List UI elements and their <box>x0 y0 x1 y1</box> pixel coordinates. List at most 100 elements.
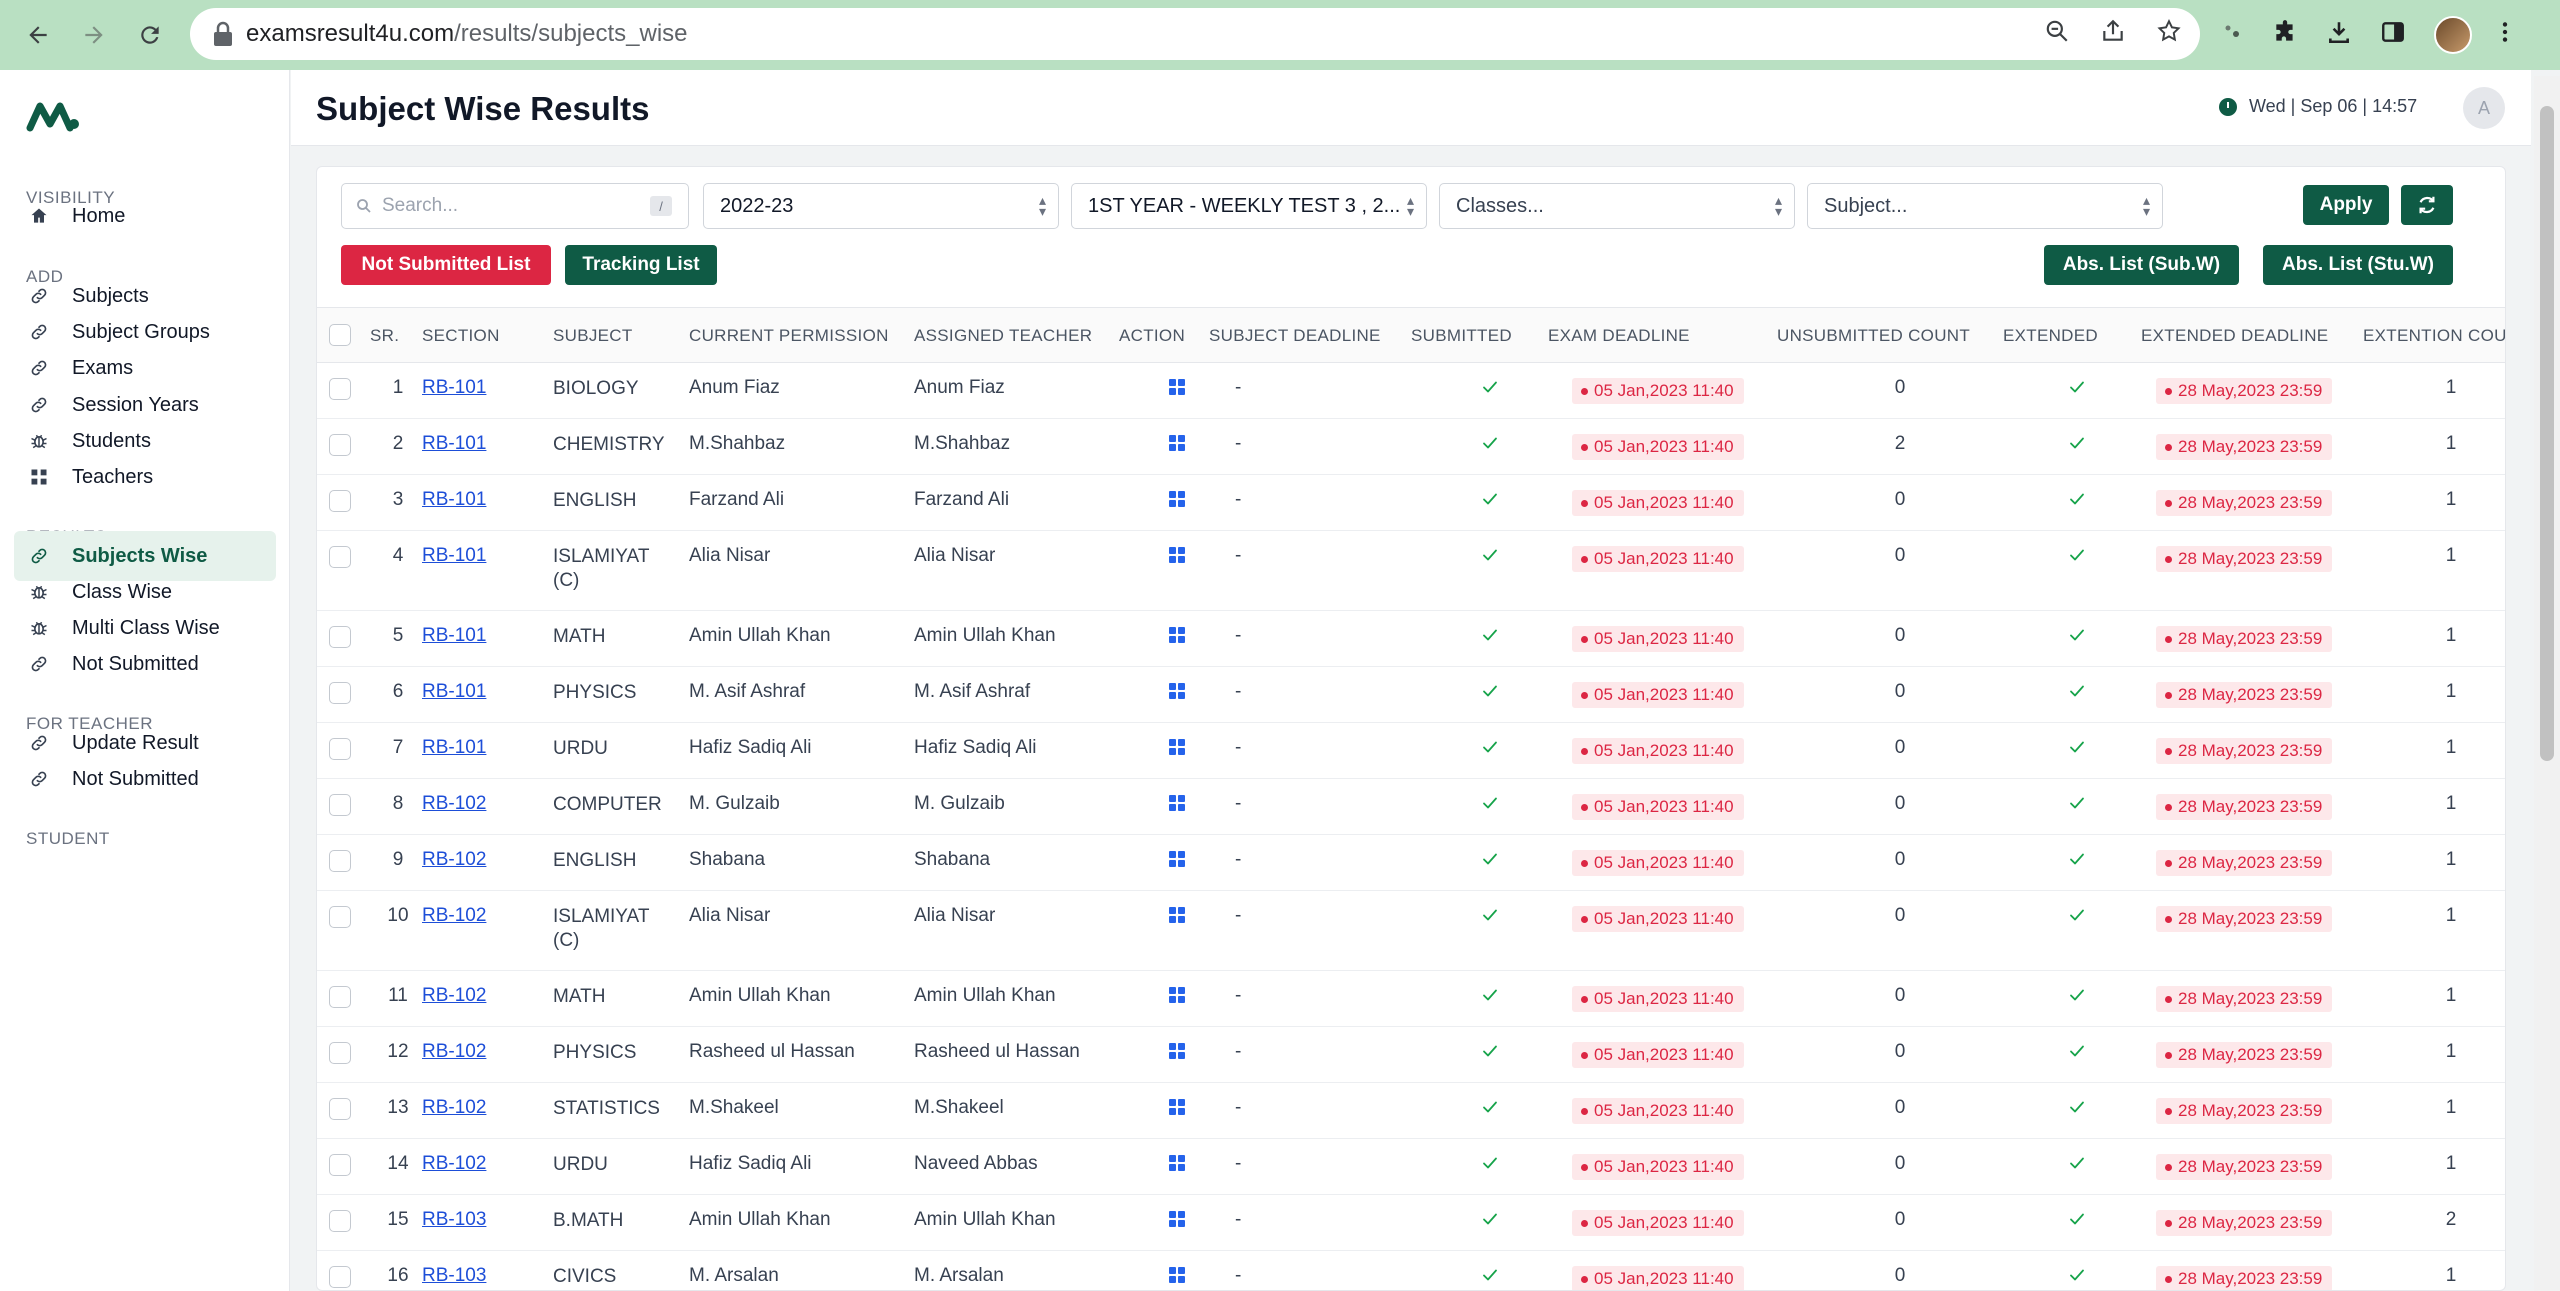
section-link[interactable]: RB-101 <box>422 681 486 703</box>
page-scrollbar[interactable] <box>2534 76 2560 1291</box>
address-bar[interactable]: examsresult4u.com/results/subjects_wise <box>190 8 2200 60</box>
classes-select[interactable]: Classes... ▴ ▾ <box>1439 183 1795 229</box>
cell-assigned-teacher: Hafiz Sadiq Ali <box>914 737 1037 758</box>
user-avatar[interactable]: A <box>2463 87 2505 129</box>
bookmark-star-icon[interactable] <box>2156 18 2182 51</box>
col-unsubmitted-count[interactable]: UNSUBMITTED COUNT <box>1777 326 1970 346</box>
col-subject[interactable]: SUBJECT <box>553 326 633 346</box>
row-checkbox[interactable] <box>329 378 351 400</box>
section-link[interactable]: RB-101 <box>422 433 486 455</box>
profile-avatar[interactable] <box>2434 16 2472 54</box>
section-link[interactable]: RB-103 <box>422 1265 486 1287</box>
action-grid-icon[interactable] <box>1168 1266 1186 1284</box>
subject-select[interactable]: Subject... ▴ ▾ <box>1807 183 2163 229</box>
scrollbar-thumb[interactable] <box>2540 106 2554 761</box>
row-checkbox[interactable] <box>329 1098 351 1120</box>
select-all-checkbox[interactable] <box>329 324 351 346</box>
not-submitted-list-button[interactable]: Not Submitted List <box>341 245 551 285</box>
section-link[interactable]: RB-101 <box>422 545 486 567</box>
col-extended-deadline[interactable]: EXTENDED DEADLINE <box>2141 326 2328 346</box>
abs-list-sub-button[interactable]: Abs. List (Sub.W) <box>2044 245 2239 285</box>
action-grid-icon[interactable] <box>1168 1098 1186 1116</box>
apply-button[interactable]: Apply <box>2303 185 2389 225</box>
section-link[interactable]: RB-102 <box>422 793 486 815</box>
sidebar-item-home[interactable]: Home <box>14 191 276 241</box>
sidebar-item-not-submitted[interactable]: Not Submitted <box>14 639 276 689</box>
action-grid-icon[interactable] <box>1168 490 1186 508</box>
row-checkbox[interactable] <box>329 626 351 648</box>
section-link[interactable]: RB-102 <box>422 1097 486 1119</box>
row-checkbox[interactable] <box>329 738 351 760</box>
col-submitted[interactable]: SUBMITTED <box>1411 326 1512 346</box>
session-select[interactable]: 2022-23 ▴ ▾ <box>703 183 1059 229</box>
action-grid-icon[interactable] <box>1168 546 1186 564</box>
row-checkbox[interactable] <box>329 1210 351 1232</box>
side-panel-icon[interactable] <box>2380 19 2406 52</box>
section-link[interactable]: RB-101 <box>422 737 486 759</box>
section-link[interactable]: RB-102 <box>422 1041 486 1063</box>
action-grid-icon[interactable] <box>1168 1042 1186 1060</box>
action-grid-icon[interactable] <box>1168 850 1186 868</box>
col-extension-count[interactable]: EXTENTION COUN <box>2363 326 2505 346</box>
forward-icon[interactable] <box>66 7 122 63</box>
section-link[interactable]: RB-102 <box>422 849 486 871</box>
search-input[interactable]: Search... / <box>341 183 689 229</box>
col-current-permission[interactable]: CURRENT PERMISSION <box>689 326 889 346</box>
sidebar-item-not-submitted[interactable]: Not Submitted <box>14 754 276 804</box>
action-grid-icon[interactable] <box>1168 434 1186 452</box>
section-link[interactable]: RB-101 <box>422 625 486 647</box>
download-icon[interactable] <box>2326 19 2352 52</box>
action-grid-icon[interactable] <box>1168 1210 1186 1228</box>
refresh-button[interactable] <box>2401 185 2453 225</box>
reload-icon[interactable] <box>122 7 178 63</box>
row-checkbox[interactable] <box>329 1042 351 1064</box>
sidebar-item-teachers[interactable]: Teachers <box>14 452 276 502</box>
abs-list-stu-button[interactable]: Abs. List (Stu.W) <box>2263 245 2453 285</box>
col-exam-deadline[interactable]: EXAM DEADLINE <box>1548 326 1690 346</box>
extension-sparkle-icon[interactable] <box>2220 20 2244 51</box>
cell-unsubmitted-count: 0 <box>1894 625 1906 646</box>
row-checkbox[interactable] <box>329 682 351 704</box>
row-checkbox[interactable] <box>329 434 351 456</box>
extended-check-icon <box>2067 1209 2087 1229</box>
col-extended[interactable]: EXTENDED <box>2003 326 2098 346</box>
row-checkbox[interactable] <box>329 850 351 872</box>
puzzle-icon[interactable] <box>2272 19 2298 52</box>
section-link[interactable]: RB-102 <box>422 1153 486 1175</box>
table-row: 13 RB-102 STATISTICS M.Shakeel M.Shakeel… <box>317 1083 2505 1139</box>
row-checkbox[interactable] <box>329 490 351 512</box>
section-link[interactable]: RB-102 <box>422 905 486 927</box>
section-link[interactable]: RB-101 <box>422 489 486 511</box>
back-icon[interactable] <box>10 7 66 63</box>
logo-icon[interactable] <box>26 98 82 134</box>
col-section[interactable]: SECTION <box>422 326 500 346</box>
col-subject-deadline[interactable]: SUBJECT DEADLINE <box>1209 326 1381 346</box>
row-checkbox[interactable] <box>329 546 351 568</box>
col-assigned-teacher[interactable]: ASSIGNED TEACHER <box>914 326 1092 346</box>
action-grid-icon[interactable] <box>1168 626 1186 644</box>
col-sr[interactable]: SR. <box>370 326 399 346</box>
tracking-list-button[interactable]: Tracking List <box>565 245 717 285</box>
action-grid-icon[interactable] <box>1168 986 1186 1004</box>
zoom-icon[interactable] <box>2044 18 2070 51</box>
kebab-menu-icon[interactable] <box>2500 19 2510 52</box>
action-grid-icon[interactable] <box>1168 906 1186 924</box>
row-checkbox[interactable] <box>329 986 351 1008</box>
action-grid-icon[interactable] <box>1168 794 1186 812</box>
row-checkbox[interactable] <box>329 906 351 928</box>
extended-deadline-badge: 28 May,2023 23:59 <box>2156 490 2333 516</box>
action-grid-icon[interactable] <box>1168 682 1186 700</box>
share-icon[interactable] <box>2100 18 2126 51</box>
action-grid-icon[interactable] <box>1168 378 1186 396</box>
row-checkbox[interactable] <box>329 1266 351 1288</box>
col-action[interactable]: ACTION <box>1119 326 1185 346</box>
action-grid-icon[interactable] <box>1168 738 1186 756</box>
section-link[interactable]: RB-102 <box>422 985 486 1007</box>
action-grid-icon[interactable] <box>1168 1154 1186 1172</box>
row-checkbox[interactable] <box>329 1154 351 1176</box>
section-link[interactable]: RB-103 <box>422 1209 486 1231</box>
subject-text: URDU <box>553 1154 608 1175</box>
section-link[interactable]: RB-101 <box>422 377 486 399</box>
exam-select[interactable]: 1ST YEAR - WEEKLY TEST 3 , 2... ▴ ▾ <box>1071 183 1427 229</box>
row-checkbox[interactable] <box>329 794 351 816</box>
